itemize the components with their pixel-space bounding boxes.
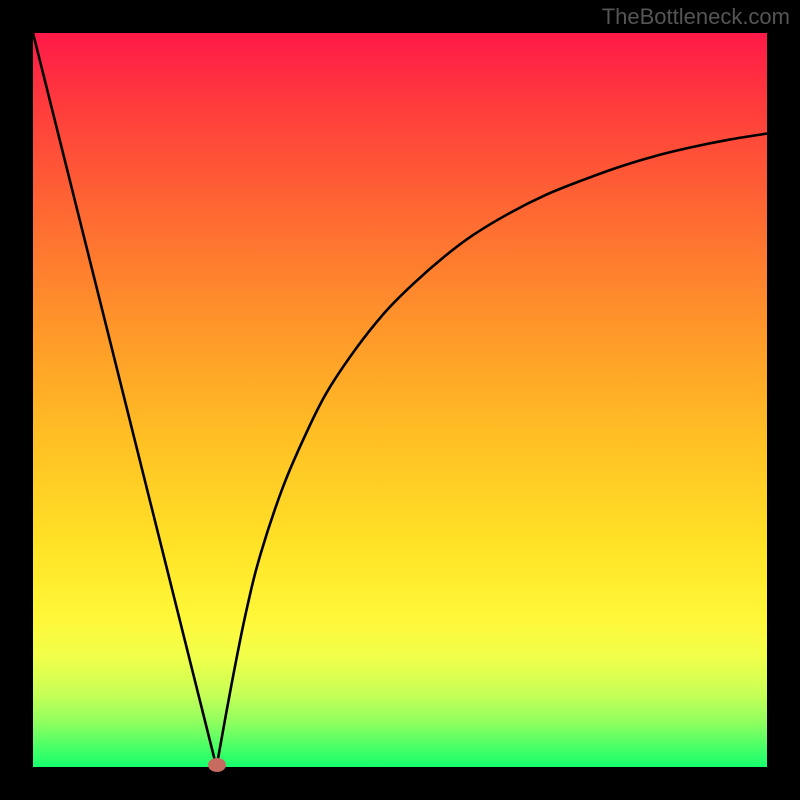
right-branch-path [217, 134, 768, 767]
left-branch-path [33, 33, 217, 767]
minimum-marker [208, 758, 226, 772]
chart-frame: TheBottleneck.com [0, 0, 800, 800]
curve-svg [33, 33, 767, 767]
watermark-text: TheBottleneck.com [602, 4, 790, 30]
